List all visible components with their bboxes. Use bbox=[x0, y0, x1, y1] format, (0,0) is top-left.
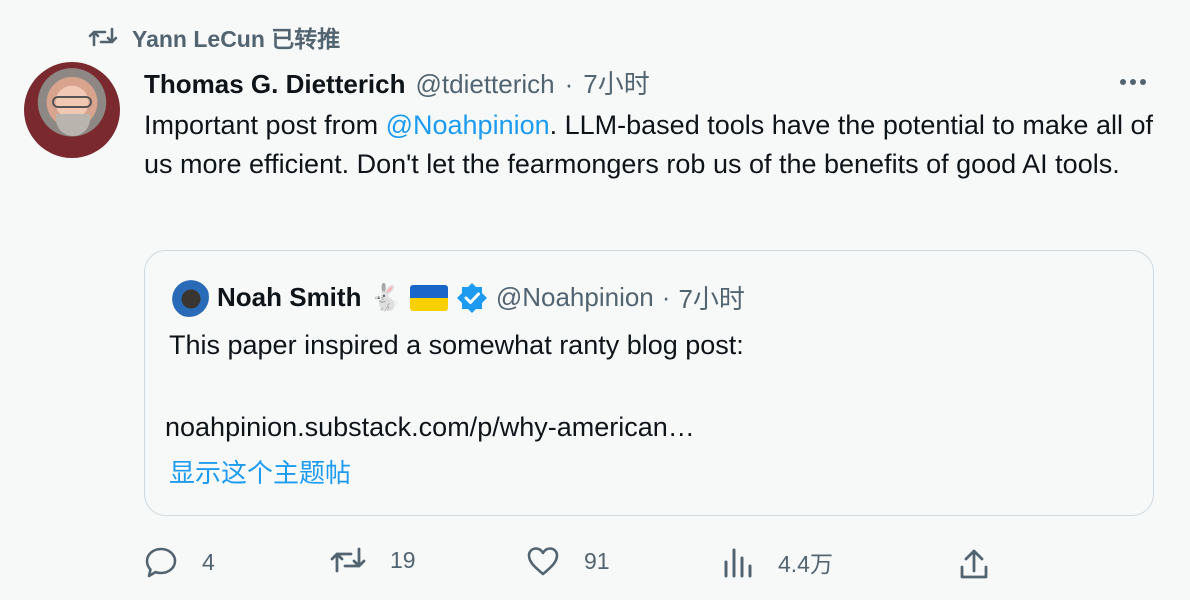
reply-icon bbox=[145, 547, 177, 578]
social-context[interactable]: Yann LeCun 已转推 bbox=[88, 20, 340, 54]
retweet-count: 19 bbox=[390, 546, 416, 573]
tweet-text: Important post from @Noahpinion. LLM-bas… bbox=[144, 106, 1164, 184]
verified-badge-icon bbox=[456, 282, 487, 313]
avatar-beard bbox=[56, 114, 90, 136]
separator-dot: · bbox=[564, 69, 574, 99]
quoted-header: Noah Smith 🐇 @Noahpinion · 7小时 bbox=[217, 279, 745, 316]
avatar-glasses bbox=[52, 96, 92, 108]
quoted-avatar[interactable] bbox=[169, 277, 209, 317]
views-count: 4.4万 bbox=[778, 551, 833, 577]
retweet-icon bbox=[88, 27, 118, 47]
like-button[interactable]: 91 bbox=[526, 545, 610, 577]
quoted-author-name[interactable]: Noah Smith bbox=[217, 282, 361, 313]
tweet-text-start: Important post from bbox=[144, 110, 386, 140]
author-handle[interactable]: @tdietterich bbox=[416, 69, 555, 100]
tweet-time[interactable]: 7小时 bbox=[583, 64, 649, 101]
views-button[interactable]: 4.4万 bbox=[722, 545, 833, 579]
heart-icon bbox=[527, 547, 559, 576]
analytics-icon bbox=[724, 548, 752, 578]
reply-count: 4 bbox=[202, 548, 215, 575]
show-thread-link[interactable]: 显示这个主题帖 bbox=[169, 453, 351, 490]
more-options-icon[interactable] bbox=[1117, 70, 1149, 94]
like-count: 91 bbox=[584, 547, 610, 574]
retweeted-by-label[interactable]: Yann LeCun 已转推 bbox=[132, 20, 340, 54]
quoted-text: This paper inspired a somewhat ranty blo… bbox=[169, 330, 744, 360]
rabbit-emoji: 🐇 bbox=[369, 282, 402, 312]
author-name[interactable]: Thomas G. Dietterich bbox=[144, 69, 406, 100]
share-icon[interactable] bbox=[958, 547, 990, 581]
ukraine-flag-icon bbox=[409, 284, 448, 311]
quoted-time[interactable]: 7小时 bbox=[678, 279, 744, 316]
mention-link[interactable]: @Noahpinion bbox=[386, 110, 550, 140]
avatar[interactable] bbox=[24, 62, 120, 158]
action-bar: 4 19 91 4.4万 bbox=[0, 545, 1190, 585]
retweet-button[interactable]: 19 bbox=[330, 545, 416, 575]
quoted-separator-dot: · bbox=[661, 282, 671, 312]
quoted-tweet[interactable]: Noah Smith 🐇 @Noahpinion · 7小时 This pape… bbox=[144, 250, 1154, 516]
reply-button[interactable]: 4 bbox=[144, 545, 215, 579]
quoted-link[interactable]: noahpinion.substack.com/p/why-american… bbox=[165, 407, 695, 447]
tweet-header: Thomas G. Dietterich @tdietterich · 7小时 bbox=[144, 64, 650, 101]
quoted-author-handle[interactable]: @Noahpinion bbox=[496, 282, 654, 313]
retweet-icon bbox=[330, 547, 366, 573]
